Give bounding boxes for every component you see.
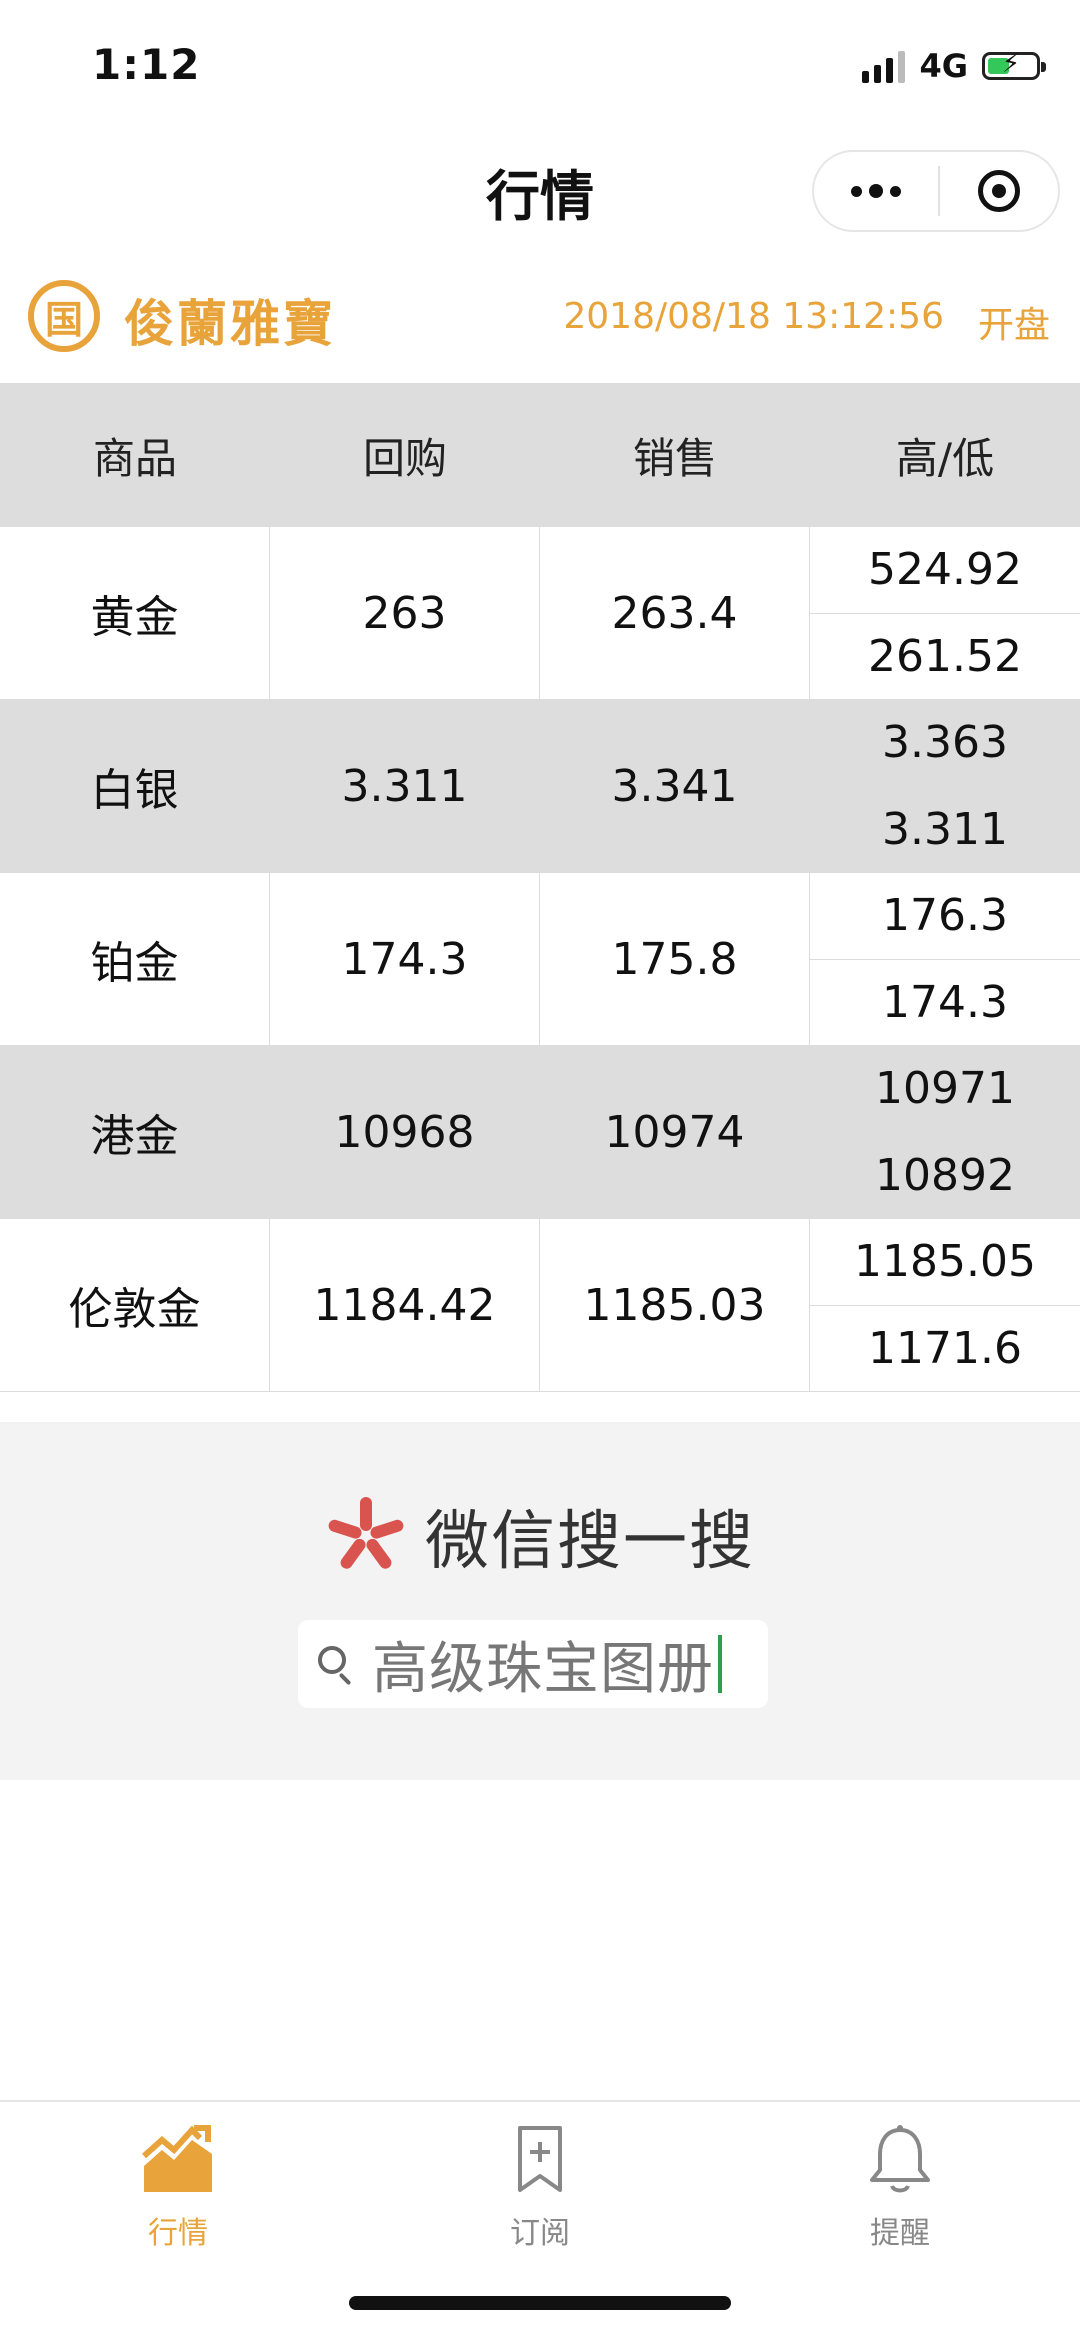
high-price: 176.3	[810, 873, 1080, 960]
brand-logo: 国	[28, 280, 100, 352]
update-datetime: 2018/08/18 13:12:56	[563, 296, 944, 337]
brand-name: 俊蘭雅寶	[124, 295, 336, 353]
sale-price: 3.341	[540, 700, 810, 872]
high-low-cell: 524.92 261.52	[810, 527, 1080, 699]
tab-label: 行情	[148, 2216, 208, 2251]
mini-program-capsule	[812, 150, 1060, 232]
tab-market[interactable]: 行情	[78, 2120, 278, 2252]
status-indicators: 4G ⚡	[862, 46, 1046, 86]
high-low-cell: 176.3 174.3	[810, 873, 1080, 1045]
buyback-price: 10968	[270, 1046, 540, 1218]
sale-price: 10974	[540, 1046, 810, 1218]
network-label: 4G	[919, 47, 968, 85]
product-name: 港金	[0, 1046, 270, 1218]
tab-subscribe[interactable]: 订阅	[440, 2120, 640, 2252]
wechat-search-icon	[325, 1495, 407, 1577]
status-bar: 1:12 4G ⚡	[0, 0, 1080, 130]
low-price: 174.3	[882, 976, 1008, 1028]
high-low-cell: 10971 10892	[810, 1046, 1080, 1218]
battery-icon: ⚡	[982, 49, 1046, 80]
nav-bar: 行情	[0, 130, 1080, 240]
status-time: 1:12	[92, 40, 201, 89]
search-query: 高级珠宝图册	[372, 1636, 714, 1702]
product-name: 白银	[0, 700, 270, 872]
text-cursor	[718, 1635, 722, 1693]
low-price: 10892	[875, 1149, 1015, 1201]
sale-price: 1185.03	[540, 1219, 810, 1391]
chart-trend-icon	[138, 2120, 218, 2200]
high-low-cell: 1185.05 1171.6	[810, 1219, 1080, 1391]
high-price: 524.92	[810, 527, 1080, 614]
search-input[interactable]: 高级珠宝图册	[298, 1620, 768, 1708]
table-row: 港金 10968 10974 10971 10892	[0, 1046, 1080, 1219]
header-sale: 销售	[632, 433, 717, 483]
home-indicator[interactable]	[349, 2296, 731, 2310]
buyback-price: 174.3	[270, 873, 540, 1045]
brand-header: 国 俊蘭雅寶 2018/08/18 13:12:56 开盘	[0, 260, 1080, 380]
search-icon	[314, 1642, 358, 1686]
sale-price: 263.4	[540, 527, 810, 699]
header-buyback: 回购	[362, 433, 447, 483]
signal-icon	[862, 49, 906, 83]
product-name: 黄金	[0, 527, 270, 699]
tab-label: 订阅	[510, 2216, 570, 2251]
header-high-low: 高/低	[895, 433, 995, 483]
bookmark-add-icon	[500, 2120, 580, 2200]
close-mini-program-button[interactable]	[940, 152, 1058, 230]
target-icon	[978, 170, 1020, 212]
header-product: 商品	[92, 433, 177, 483]
bell-icon	[860, 2120, 940, 2200]
search-brand-text: 微信搜一搜	[425, 1505, 755, 1579]
high-price: 3.363	[810, 700, 1080, 787]
more-options-icon[interactable]	[814, 152, 938, 230]
tab-reminder[interactable]: 提醒	[800, 2120, 1000, 2252]
tab-bar: 行情 订阅 提醒	[0, 2100, 1080, 2302]
low-price: 1171.6	[868, 1322, 1022, 1374]
page: 1:12 4G ⚡ 行情 国 俊蘭雅寶 2018/08/18 13:12:56 …	[0, 0, 1080, 2339]
buyback-price: 1184.42	[270, 1219, 540, 1391]
price-table: 商品 回购 销售 高/低 黄金 263 263.4 524.92 261.52 …	[0, 383, 1080, 1392]
table-row: 白银 3.311 3.341 3.363 3.311	[0, 700, 1080, 873]
low-price: 3.311	[882, 803, 1008, 855]
table-row: 黄金 263 263.4 524.92 261.52	[0, 527, 1080, 700]
product-name: 伦敦金	[0, 1219, 270, 1391]
table-row: 铂金 174.3 175.8 176.3 174.3	[0, 873, 1080, 1046]
high-price: 1185.05	[810, 1219, 1080, 1306]
buyback-price: 3.311	[270, 700, 540, 872]
search-brand: 微信搜一搜	[0, 1490, 1080, 1582]
market-status: 开盘	[977, 305, 1050, 346]
table-header: 商品 回购 销售 高/低	[0, 383, 1080, 527]
high-price: 10971	[810, 1046, 1080, 1133]
table-row: 伦敦金 1184.42 1185.03 1185.05 1171.6	[0, 1219, 1080, 1392]
low-price: 261.52	[868, 630, 1022, 682]
product-name: 铂金	[0, 873, 270, 1045]
tab-label: 提醒	[870, 2216, 930, 2251]
wechat-search-banner[interactable]: 微信搜一搜 高级珠宝图册	[0, 1422, 1080, 1780]
high-low-cell: 3.363 3.311	[810, 700, 1080, 872]
buyback-price: 263	[270, 527, 540, 699]
sale-price: 175.8	[540, 873, 810, 1045]
